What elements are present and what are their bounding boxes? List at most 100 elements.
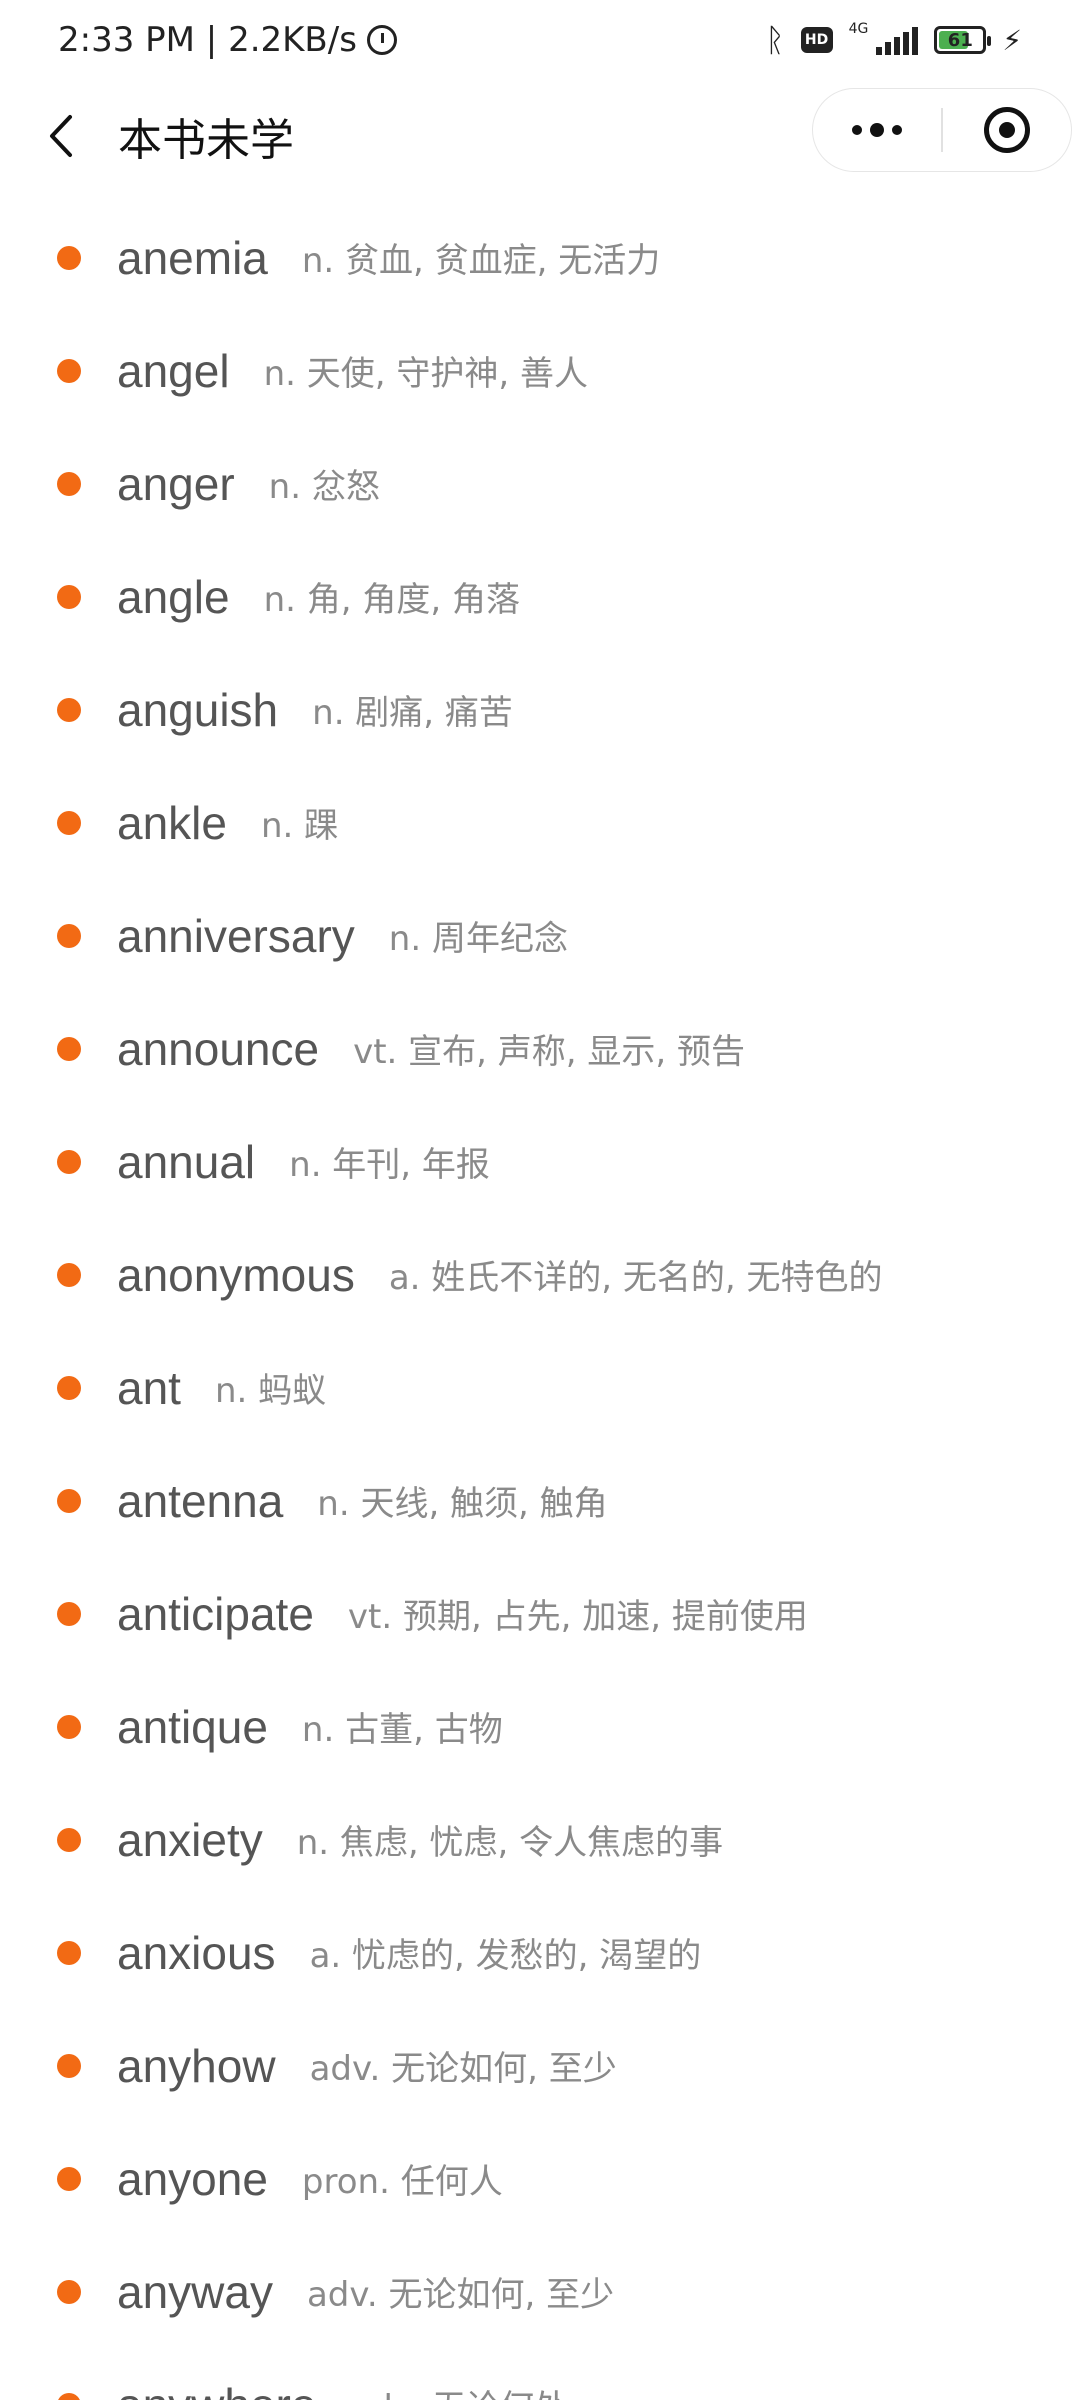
word-list-item[interactable]: anguish n. 剧痛, 痛苦 bbox=[0, 653, 1080, 766]
word-list-item[interactable]: ant n. 蚂蚁 bbox=[0, 1331, 1080, 1444]
bullet-dot-icon bbox=[57, 1036, 81, 1061]
status-left: 2:33 PM | 2.2KB/s bbox=[58, 20, 397, 60]
close-mini-program-button[interactable] bbox=[943, 89, 1071, 171]
word-text: anniversary bbox=[117, 909, 355, 962]
word-list-item[interactable]: antenna n. 天线, 触须, 触角 bbox=[0, 1444, 1080, 1557]
word-text: anger bbox=[117, 457, 235, 510]
bullet-dot-icon bbox=[57, 1488, 81, 1513]
hd-badge: HD bbox=[800, 27, 833, 53]
status-time-speed: 2:33 PM | 2.2KB/s bbox=[58, 20, 357, 60]
bullet-dot-icon bbox=[57, 245, 81, 270]
word-definition: n. 剧痛, 痛苦 bbox=[312, 693, 513, 733]
word-list-item[interactable]: anniversary n. 周年纪念 bbox=[0, 879, 1080, 992]
back-button[interactable] bbox=[12, 82, 112, 190]
target-circle-icon bbox=[984, 107, 1030, 153]
bullet-dot-icon bbox=[57, 2392, 81, 2400]
bullet-dot-icon bbox=[57, 810, 81, 835]
bullet-dot-icon bbox=[57, 1149, 81, 1174]
word-list-item[interactable]: ankle n. 踝 bbox=[0, 766, 1080, 879]
charging-icon: ⚡ bbox=[1002, 23, 1022, 57]
word-list-item[interactable]: anyone pron. 任何人 bbox=[0, 2122, 1080, 2235]
back-arrow-icon bbox=[50, 115, 72, 157]
more-button[interactable] bbox=[813, 89, 941, 171]
bullet-dot-icon bbox=[57, 697, 81, 722]
word-list-item[interactable]: anxious a. 忧虑的, 发愁的, 渴望的 bbox=[0, 1896, 1080, 2009]
word-list: anemia n. 贫血, 贫血症, 无活力 angel n. 天使, 守护神, 善人… bbox=[0, 201, 1080, 2400]
bullet-dot-icon bbox=[57, 923, 81, 948]
word-list-item[interactable]: anyhow adv. 无论如何, 至少 bbox=[0, 2009, 1080, 2122]
signal-icon bbox=[876, 25, 919, 55]
word-list-item[interactable]: anger n. 忿怒 bbox=[0, 427, 1080, 540]
word-list-item[interactable]: announce vt. 宣布, 声称, 显示, 预告 bbox=[0, 992, 1080, 1105]
word-text: anxious bbox=[117, 1926, 276, 1979]
bullet-dot-icon bbox=[57, 2279, 81, 2304]
word-definition: n. 贫血, 贫血症, 无活力 bbox=[301, 241, 661, 281]
word-text: angel bbox=[117, 344, 230, 397]
word-list-item[interactable]: annual n. 年刊, 年报 bbox=[0, 1105, 1080, 1218]
bullet-dot-icon bbox=[57, 1601, 81, 1626]
word-definition: n. 忿怒 bbox=[268, 467, 380, 507]
word-text: ankle bbox=[117, 796, 227, 849]
word-text: anyway bbox=[117, 2265, 273, 2318]
mini-program-capsule bbox=[812, 88, 1072, 172]
bullet-dot-icon bbox=[57, 1262, 81, 1287]
word-text: anonymous bbox=[117, 1248, 355, 1301]
word-definition: n. 焦虑, 忧虑, 令人焦虑的事 bbox=[296, 1823, 724, 1863]
word-definition: n. 周年纪念 bbox=[388, 919, 568, 959]
bullet-dot-icon bbox=[57, 1714, 81, 1739]
bullet-dot-icon bbox=[57, 584, 81, 609]
word-text: anyhow bbox=[117, 2039, 276, 2092]
word-list-item[interactable]: antique n. 古董, 古物 bbox=[0, 1670, 1080, 1783]
battery-icon: 61 bbox=[934, 26, 992, 54]
word-text: anticipate bbox=[117, 1587, 314, 1640]
word-definition: vt. 预期, 占先, 加速, 提前使用 bbox=[347, 1597, 808, 1637]
word-definition: n. 踝 bbox=[260, 806, 339, 846]
word-list-item[interactable]: anxiety n. 焦虑, 忧虑, 令人焦虑的事 bbox=[0, 1783, 1080, 1896]
word-list-item[interactable]: anticipate vt. 预期, 占先, 加速, 提前使用 bbox=[0, 1557, 1080, 1670]
more-dots-icon bbox=[852, 123, 902, 137]
word-definition: a. 姓氏不详的, 无名的, 无特色的 bbox=[388, 1258, 883, 1298]
word-definition: n. 天线, 触须, 触角 bbox=[317, 1484, 608, 1524]
word-text: anywhere bbox=[117, 2378, 316, 2400]
status-bar: 2:33 PM | 2.2KB/s ᚱ HD 4G 61 ⚡ bbox=[0, 0, 1080, 80]
word-text: anyone bbox=[117, 2152, 268, 2205]
word-definition: n. 蚂蚁 bbox=[214, 1371, 327, 1411]
word-text: antenna bbox=[117, 1474, 284, 1527]
word-text: antique bbox=[117, 1700, 268, 1753]
word-definition: adv. 无论如何, 至少 bbox=[306, 2275, 615, 2315]
word-definition: adv. 无论如何, 至少 bbox=[309, 2049, 617, 2089]
word-text: announce bbox=[117, 1022, 320, 1075]
word-list-item[interactable]: angle n. 角, 角度, 角落 bbox=[0, 540, 1080, 653]
word-list-item[interactable]: anyway adv. 无论如何, 至少 bbox=[0, 2235, 1080, 2348]
word-definition: n. 年刊, 年报 bbox=[289, 1145, 490, 1185]
page-title: 本书未学 bbox=[118, 115, 294, 166]
bullet-dot-icon bbox=[57, 1375, 81, 1400]
bullet-dot-icon bbox=[57, 2166, 81, 2191]
bluetooth-icon: ᚱ bbox=[765, 21, 785, 59]
status-right: ᚱ HD 4G 61 ⚡ bbox=[765, 21, 1022, 59]
battery-level: 61 bbox=[947, 29, 973, 51]
alarm-icon bbox=[366, 25, 397, 55]
word-definition: n. 天使, 守护神, 善人 bbox=[263, 354, 588, 394]
header-bar: 本书未学 bbox=[0, 82, 1080, 190]
word-definition: a. 忧虑的, 发愁的, 渴望的 bbox=[309, 1936, 702, 1976]
word-text: annual bbox=[117, 1135, 256, 1188]
word-definition: n. 角, 角度, 角落 bbox=[263, 580, 520, 620]
word-text: anxiety bbox=[117, 1813, 263, 1866]
word-text: anemia bbox=[117, 231, 268, 284]
word-definition: adv. 无论何处 bbox=[350, 2380, 568, 2400]
word-definition: n. 古董, 古物 bbox=[301, 1710, 503, 1750]
word-text: angle bbox=[117, 570, 230, 623]
word-list-item[interactable]: anywhere adv. 无论何处 bbox=[0, 2348, 1080, 2400]
bullet-dot-icon bbox=[57, 1940, 81, 1965]
word-list-item[interactable]: anonymous a. 姓氏不详的, 无名的, 无特色的 bbox=[0, 1218, 1080, 1331]
bullet-dot-icon bbox=[57, 471, 81, 496]
word-list-item[interactable]: angel n. 天使, 守护神, 善人 bbox=[0, 314, 1080, 427]
word-definition: pron. 任何人 bbox=[301, 2162, 503, 2202]
word-text: anguish bbox=[117, 683, 279, 736]
bullet-dot-icon bbox=[57, 2053, 81, 2078]
word-list-item[interactable]: anemia n. 贫血, 贫血症, 无活力 bbox=[0, 201, 1080, 314]
bullet-dot-icon bbox=[57, 358, 81, 383]
bullet-dot-icon bbox=[57, 1827, 81, 1852]
word-text: ant bbox=[117, 1361, 181, 1414]
